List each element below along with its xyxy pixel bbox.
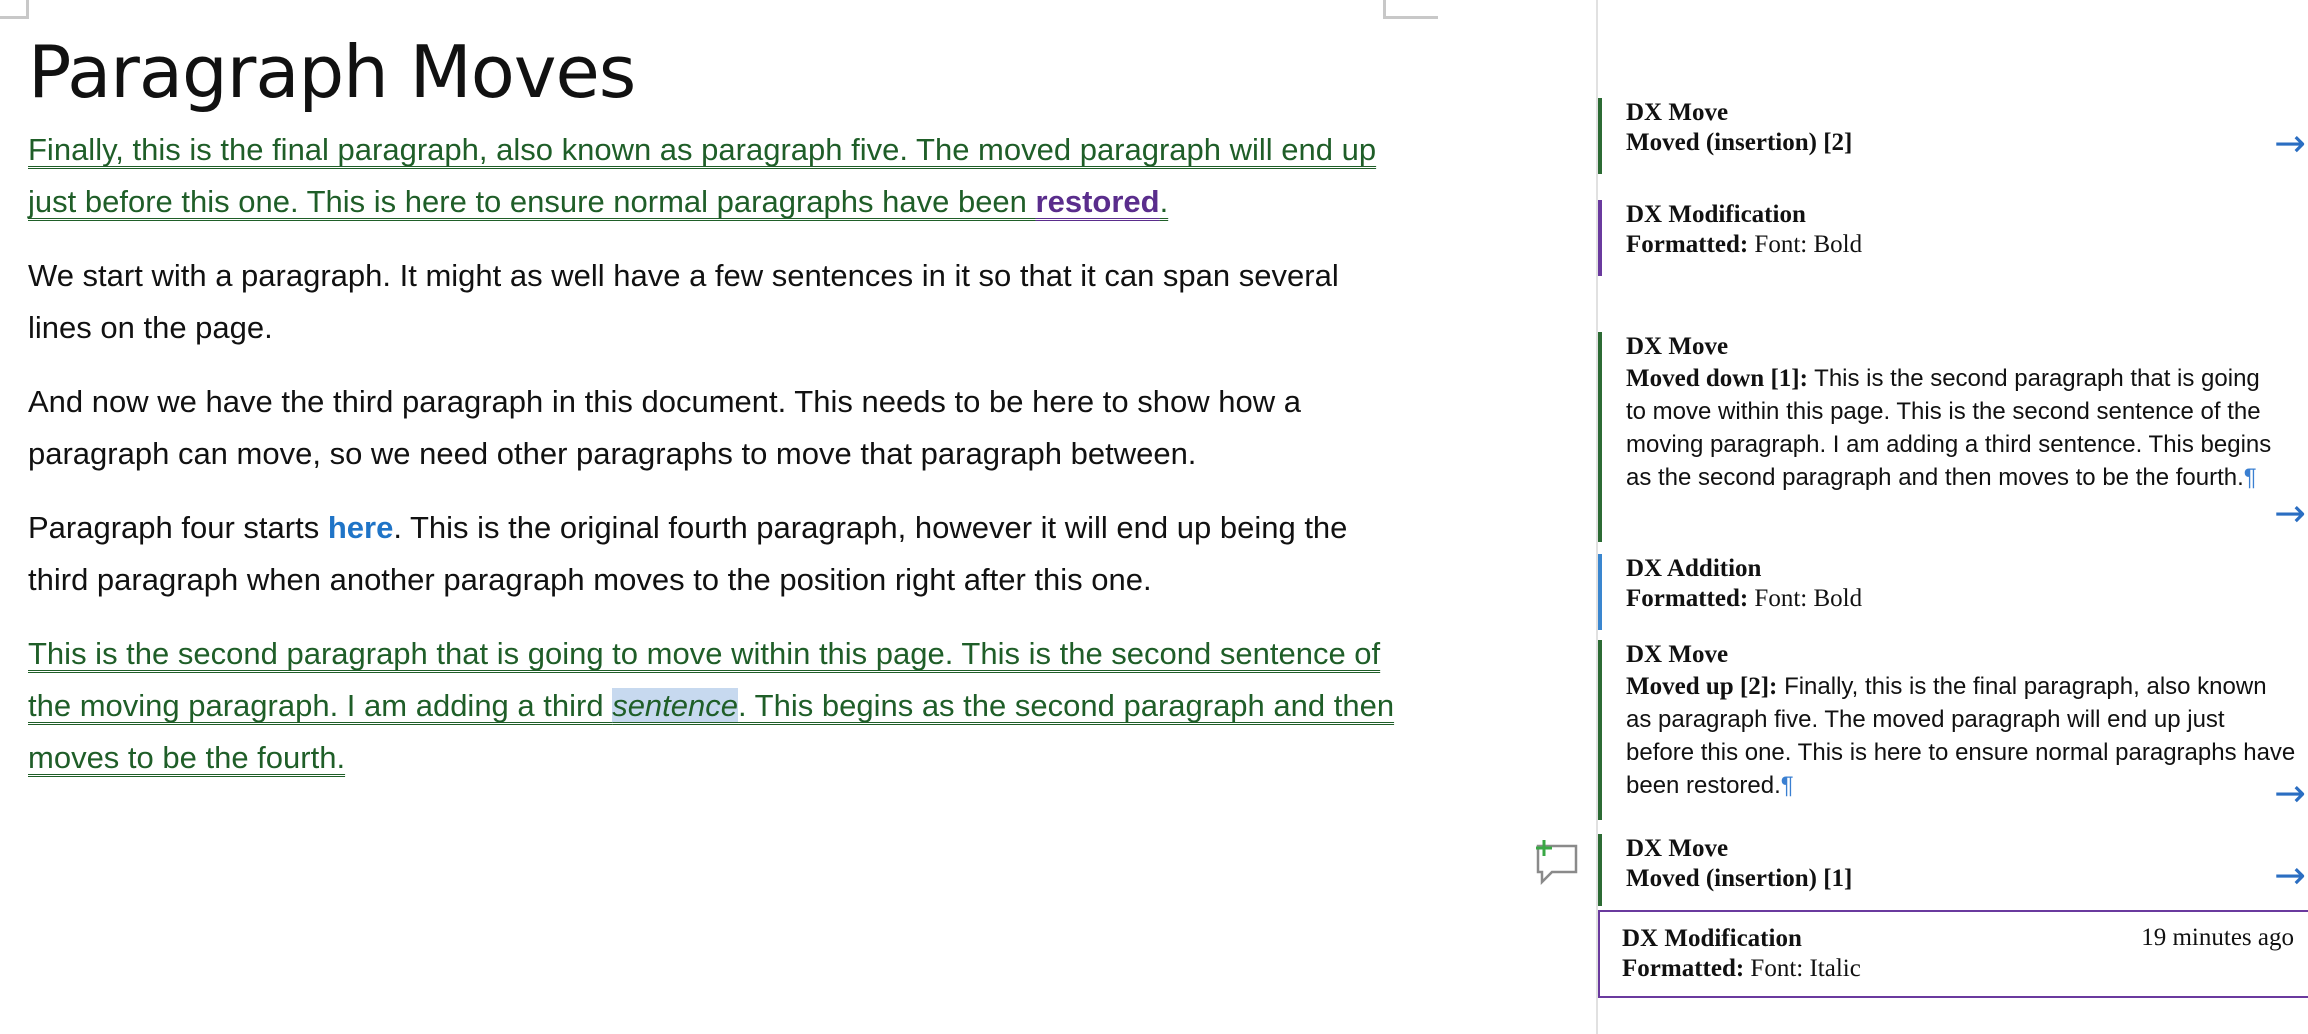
revision-type: Moved (insertion) [1] [1626, 865, 1853, 892]
revision-card-moved-down-1[interactable]: DX Move Moved down [1]: This is the seco… [1598, 332, 2306, 542]
moved-text[interactable]: Finally, this is the final paragraph, al… [28, 132, 1376, 219]
document-body[interactable]: Paragraph Moves Finally, this is the fin… [28, 28, 1398, 806]
pilcrow-mark: ¶ [1780, 772, 1794, 799]
revision-type: Formatted: [1626, 585, 1749, 612]
revision-author: DX Modification [1626, 201, 1806, 228]
revision-detail: Font: Italic [1750, 955, 1861, 982]
paragraph-moved-insertion-2[interactable]: Finally, this is the final paragraph, al… [28, 124, 1398, 228]
paragraph-4[interactable]: Paragraph four starts here. This is the … [28, 502, 1398, 606]
go-to-move-arrow-icon[interactable]: → [2274, 774, 2306, 812]
revision-type: Moved down [1]: [1626, 365, 1808, 392]
pilcrow-mark: ¶ [2243, 464, 2257, 491]
revision-card-moved-insertion-1[interactable]: DX Move Moved (insertion) [1] → [1598, 834, 2306, 906]
revision-author: DX Move [1626, 99, 1729, 126]
revision-card-moved-up-2[interactable]: DX Move Moved up [2]: Finally, this is t… [1598, 640, 2306, 820]
revision-type: Formatted: [1626, 231, 1749, 258]
revision-card-moved-insertion-2[interactable]: DX Move Moved (insertion) [2] → [1598, 98, 2306, 174]
moved-text-end[interactable]: . [1160, 184, 1169, 219]
document-title[interactable]: Paragraph Moves [28, 28, 1398, 116]
revision-card-formatted-italic-selected[interactable]: DX Modification Formatted: Font: Italic … [1598, 910, 2308, 998]
revision-author: DX Move [1626, 333, 1729, 360]
paragraph-4-start[interactable]: Paragraph four starts [28, 510, 328, 545]
revision-author: DX Move [1626, 641, 1729, 668]
paragraph-moved-insertion-1[interactable]: This is the second paragraph that is goi… [28, 628, 1398, 784]
go-to-move-arrow-icon[interactable]: → [2274, 124, 2306, 162]
go-to-move-arrow-icon[interactable]: → [2274, 856, 2306, 894]
revision-author: DX Addition [1626, 555, 1762, 582]
added-bold-text[interactable]: here [328, 510, 393, 545]
revision-card-formatted-bold[interactable]: DX Modification Formatted: Font: Bold [1598, 200, 2298, 276]
revision-author: DX Move [1626, 835, 1729, 862]
paragraph-3[interactable]: And now we have the third paragraph in t… [28, 376, 1398, 480]
bold-formatted-text[interactable]: restored [1036, 184, 1160, 219]
revision-timestamp: 19 minutes ago [2141, 924, 2294, 951]
markup-pane: DX Move Moved (insertion) [2] → DX Modif… [1598, 0, 2308, 1034]
go-to-move-arrow-icon[interactable]: → [2274, 494, 2306, 532]
new-comment-icon[interactable] [1530, 838, 1580, 888]
paragraph-2[interactable]: We start with a paragraph. It might as w… [28, 250, 1398, 354]
revision-type: Moved up [2]: [1626, 673, 1778, 700]
revision-detail: Font: Bold [1754, 585, 1863, 612]
revision-type: Moved (insertion) [2] [1626, 129, 1853, 156]
revision-detail: Font: Bold [1754, 231, 1863, 258]
revision-type: Formatted: [1622, 955, 1745, 982]
revision-card-addition-bold[interactable]: DX Addition Formatted: Font: Bold [1598, 554, 2298, 630]
selected-italic-text[interactable]: sentence [612, 688, 739, 723]
page-corner-mark-right [1383, 0, 1438, 19]
page-corner-mark-left [0, 0, 29, 19]
